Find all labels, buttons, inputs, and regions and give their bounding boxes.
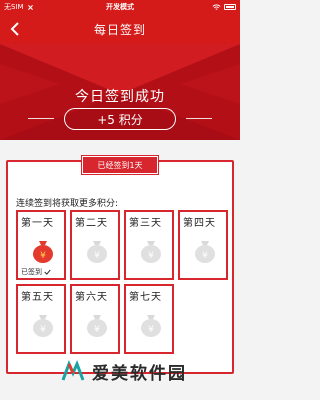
day-label: 第五天 bbox=[21, 292, 54, 303]
signed-days-banner: 已经签到1天 bbox=[81, 155, 159, 175]
wifi-icon bbox=[212, 3, 221, 10]
day-label: 第七天 bbox=[129, 292, 162, 303]
day-card-2[interactable]: 第二天 ¥ bbox=[70, 210, 120, 280]
nav-bar: 每日签到 bbox=[0, 14, 240, 44]
battery-icon bbox=[224, 4, 236, 10]
right-dash bbox=[186, 118, 212, 119]
svg-text:¥: ¥ bbox=[40, 251, 46, 261]
left-dash bbox=[28, 118, 54, 119]
day-card-7[interactable]: 第七天 ¥ bbox=[124, 284, 174, 354]
signed-status: 已签到 bbox=[21, 267, 51, 277]
day-label: 第三天 bbox=[129, 218, 162, 229]
money-bag-icon: ¥ bbox=[141, 241, 161, 263]
day-label: 第六天 bbox=[75, 292, 108, 303]
day-label: 第四天 bbox=[183, 218, 216, 229]
check-icon bbox=[44, 269, 51, 275]
day-label: 第一天 bbox=[21, 218, 54, 229]
money-bag-icon: ¥ bbox=[87, 241, 107, 263]
money-bag-icon: ¥ bbox=[87, 315, 107, 337]
day-card-6[interactable]: 第六天 ¥ bbox=[70, 284, 120, 354]
svg-text:¥: ¥ bbox=[202, 251, 208, 261]
day-card-5[interactable]: 第五天 ¥ bbox=[16, 284, 66, 354]
signed-label: 已签到 bbox=[21, 268, 42, 276]
streak-hint: 连续签到将获取更多积分: bbox=[16, 199, 119, 209]
svg-text:¥: ¥ bbox=[94, 251, 100, 261]
tools-icon bbox=[27, 4, 33, 10]
money-bag-icon: ¥ bbox=[33, 241, 53, 263]
money-bag-icon: ¥ bbox=[141, 315, 161, 337]
logo-icon bbox=[61, 360, 85, 381]
money-bag-icon: ¥ bbox=[33, 315, 53, 337]
svg-text:¥: ¥ bbox=[148, 251, 154, 261]
svg-text:¥: ¥ bbox=[148, 325, 154, 335]
status-bar: 无SIM 开发模式 bbox=[0, 0, 240, 14]
hero-banner: 今日签到成功 +5 积分 bbox=[0, 44, 240, 140]
day-label: 第二天 bbox=[75, 218, 108, 229]
day-card-1[interactable]: 第一天 ¥ 已签到 bbox=[16, 210, 66, 280]
page-title: 每日签到 bbox=[93, 22, 146, 37]
watermark-text: 爱美软件园 bbox=[92, 363, 187, 384]
day-card-3[interactable]: 第三天 ¥ bbox=[124, 210, 174, 280]
carrier-label: 无SIM bbox=[4, 3, 24, 11]
points-badge: +5 积分 bbox=[64, 108, 176, 130]
back-icon[interactable] bbox=[8, 20, 24, 38]
status-title: 开发模式 bbox=[106, 3, 134, 11]
svg-text:¥: ¥ bbox=[94, 325, 100, 335]
day-card-4[interactable]: 第四天 ¥ bbox=[178, 210, 228, 280]
money-bag-icon: ¥ bbox=[195, 241, 215, 263]
svg-text:¥: ¥ bbox=[40, 325, 46, 335]
watermark: 爱美软件园 bbox=[60, 358, 187, 384]
success-message: 今日签到成功 bbox=[75, 89, 165, 105]
